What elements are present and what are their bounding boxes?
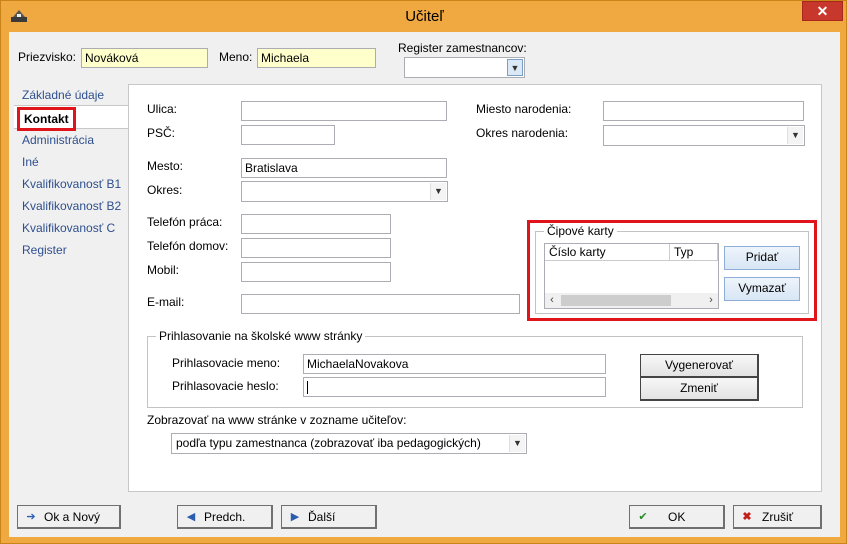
email-label: E-mail:	[147, 295, 185, 309]
cancel-x-icon: ✖	[742, 511, 752, 523]
phone-home-label: Telefón domov:	[147, 239, 229, 253]
sidebar: Základné údaje Kontakt Administrácia Iné…	[9, 84, 128, 492]
login-field[interactable]: MichaelaNovakova	[303, 354, 606, 374]
zip-field[interactable]	[241, 125, 335, 145]
arrow-left-icon: ◀	[186, 511, 196, 523]
sidebar-item-register[interactable]: Register	[22, 243, 67, 257]
firstname-field[interactable]: Michaela	[257, 48, 376, 68]
street-label: Ulica:	[147, 102, 178, 116]
chip-cards-group: Čipové karty Číslo karty Typ ‹ › Pridať …	[535, 224, 809, 314]
register-label: Register zamestnancov:	[398, 41, 527, 55]
chevron-down-icon[interactable]: ▼	[787, 127, 803, 144]
birthplace-field[interactable]	[603, 101, 804, 121]
scrollbar-thumb[interactable]	[561, 295, 671, 306]
surname-label: Priezvisko:	[18, 50, 77, 64]
window-title: Učiteľ	[405, 8, 444, 25]
school-login-title: Prihlasovanie na školské www stránky	[156, 329, 366, 343]
contact-panel: Ulica: PSČ: Mesto: Bratislava Okres: ▼ T…	[128, 84, 822, 492]
title-bar[interactable]: Učiteľ ✕	[1, 1, 847, 32]
zip-label: PSČ:	[147, 126, 176, 140]
window-frame: Učiteľ ✕ Priezvisko: Nováková Meno: Mich…	[0, 0, 847, 544]
chip-cards-scrollbar[interactable]: ‹ ›	[545, 293, 718, 308]
mobile-field[interactable]	[241, 262, 391, 282]
next-button[interactable]: ▶ Ďalší	[281, 505, 377, 529]
birth-district-select[interactable]: ▼	[603, 125, 805, 146]
web-display-value: podľa typu zamestnanca (zobrazovať iba p…	[176, 436, 481, 450]
sidebar-item-kvalifikovanost-b1[interactable]: Kvalifikovanosť B1	[22, 177, 121, 191]
password-label: Prihlasovacie heslo:	[172, 379, 279, 393]
phone-work-label: Telefón práca:	[147, 215, 223, 229]
ok-button[interactable]: ✔ OK	[629, 505, 725, 529]
web-display-label: Zobrazovať na www stránke v zozname učit…	[147, 413, 407, 427]
password-field[interactable]	[303, 377, 606, 397]
ok-and-new-button[interactable]: ➔ Ok a Nový	[17, 505, 121, 529]
sidebar-item-administracia[interactable]: Administrácia	[22, 133, 94, 147]
web-display-select[interactable]: podľa typu zamestnanca (zobrazovať iba p…	[171, 433, 527, 454]
scroll-right-icon[interactable]: ›	[704, 293, 718, 308]
sidebar-item-kvalifikovanost-c[interactable]: Kvalifikovanosť C	[22, 221, 115, 235]
change-button[interactable]: Zmeniť	[640, 377, 759, 401]
school-login-group: Prihlasovanie na školské www stránky Pri…	[147, 329, 803, 408]
arrow-right-icon: ➔	[26, 511, 36, 523]
close-icon: ✕	[816, 3, 829, 19]
column-header-type[interactable]: Typ	[670, 244, 718, 261]
sidebar-item-kvalifikovanost-b2[interactable]: Kvalifikovanosť B2	[22, 199, 121, 213]
login-label: Prihlasovacie meno:	[172, 356, 281, 370]
register-select[interactable]: ▼	[404, 57, 525, 78]
city-label: Mesto:	[147, 159, 184, 173]
close-button[interactable]: ✕	[802, 1, 843, 21]
cancel-button[interactable]: ✖ Zrušiť	[733, 505, 822, 529]
sidebar-item-zakladne-udaje[interactable]: Základné údaje	[22, 88, 104, 102]
chevron-down-icon[interactable]: ▼	[507, 59, 523, 76]
add-card-button[interactable]: Pridať	[724, 246, 800, 270]
chip-cards-list[interactable]: Číslo karty Typ ‹ ›	[544, 243, 719, 309]
previous-button[interactable]: ◀ Predch.	[177, 505, 273, 529]
chip-cards-title: Čipové karty	[544, 224, 617, 238]
generate-button[interactable]: Vygenerovať	[640, 354, 759, 378]
ok-check-icon: ✔	[638, 511, 648, 523]
street-field[interactable]	[241, 101, 447, 121]
chevron-down-icon[interactable]: ▼	[509, 435, 525, 452]
mobile-label: Mobil:	[147, 263, 180, 277]
delete-card-button[interactable]: Vymazať	[724, 277, 800, 301]
sidebar-item-kontakt[interactable]: Kontakt	[14, 105, 128, 131]
district-select[interactable]: ▼	[241, 181, 448, 202]
phone-work-field[interactable]	[241, 214, 391, 234]
birthplace-label: Miesto narodenia:	[476, 102, 572, 116]
chevron-down-icon[interactable]: ▼	[430, 183, 446, 200]
sidebar-item-label: Kontakt	[17, 107, 76, 131]
email-field[interactable]	[241, 294, 520, 314]
firstname-label: Meno:	[219, 50, 253, 64]
arrow-right-icon: ▶	[290, 511, 300, 523]
dialog-body: Priezvisko: Nováková Meno: Michaela Regi…	[9, 32, 840, 537]
birth-district-label: Okres narodenia:	[476, 126, 569, 140]
text-cursor	[307, 381, 308, 395]
column-header-card-number[interactable]: Číslo karty	[545, 244, 670, 261]
sidebar-item-ine[interactable]: Iné	[22, 155, 39, 169]
district-label: Okres:	[147, 183, 183, 197]
scroll-left-icon[interactable]: ‹	[545, 293, 559, 308]
surname-field[interactable]: Nováková	[81, 48, 208, 68]
phone-home-field[interactable]	[241, 238, 391, 258]
city-field[interactable]: Bratislava	[241, 158, 447, 178]
